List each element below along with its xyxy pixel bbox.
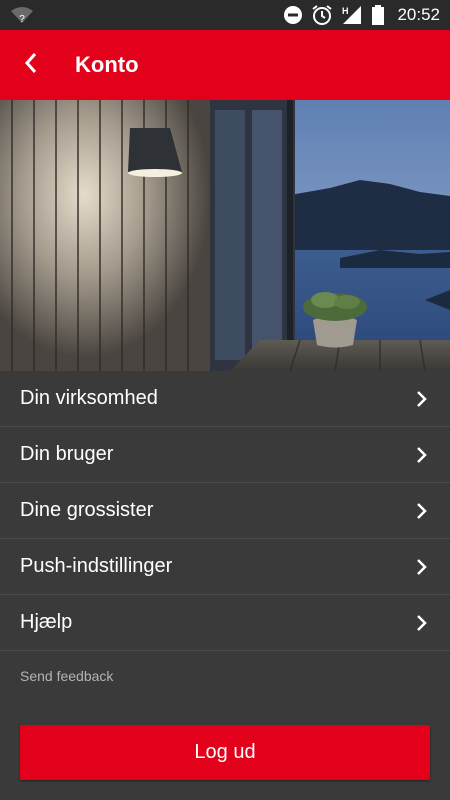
battery-icon: [371, 4, 385, 26]
logout-button[interactable]: Log ud: [20, 725, 430, 780]
menu-item-label: Din bruger: [20, 443, 114, 465]
menu-item-label: Din virksomhed: [20, 387, 158, 409]
chevron-right-icon: [416, 446, 428, 464]
do-not-disturb-icon: [283, 5, 303, 25]
chevron-left-icon: [23, 52, 39, 79]
menu-item-dine-grossister[interactable]: Dine grossister: [0, 483, 450, 539]
status-bar: ? H 20:52: [0, 0, 450, 30]
menu-item-din-bruger[interactable]: Din bruger: [0, 427, 450, 483]
page-title: Konto: [75, 52, 139, 77]
menu-item-hjaelp[interactable]: Hjælp: [0, 595, 450, 651]
alarm-icon: [311, 4, 333, 26]
signal-icon: H: [341, 4, 363, 26]
chevron-right-icon: [416, 614, 428, 632]
status-time: 20:52: [397, 5, 440, 24]
app-bar: Konto: [0, 30, 450, 100]
svg-text:?: ?: [19, 14, 25, 25]
wifi-unknown-icon: ?: [10, 5, 34, 25]
menu-item-label: Dine grossister: [20, 499, 154, 521]
chevron-right-icon: [416, 390, 428, 408]
menu-item-label: Hjælp: [20, 611, 73, 633]
menu-item-push-indstillinger[interactable]: Push-indstillinger: [0, 539, 450, 595]
account-menu: Din virksomhed Din bruger Dine grossiste…: [0, 371, 450, 651]
menu-item-din-virksomhed[interactable]: Din virksomhed: [0, 371, 450, 427]
hero-image: [0, 100, 450, 371]
network-type-label: H: [342, 6, 349, 16]
send-feedback-link[interactable]: Send feedback: [20, 668, 113, 684]
chevron-right-icon: [416, 558, 428, 576]
back-button[interactable]: [0, 30, 62, 100]
menu-item-label: Push-indstillinger: [20, 555, 173, 577]
chevron-right-icon: [416, 502, 428, 520]
